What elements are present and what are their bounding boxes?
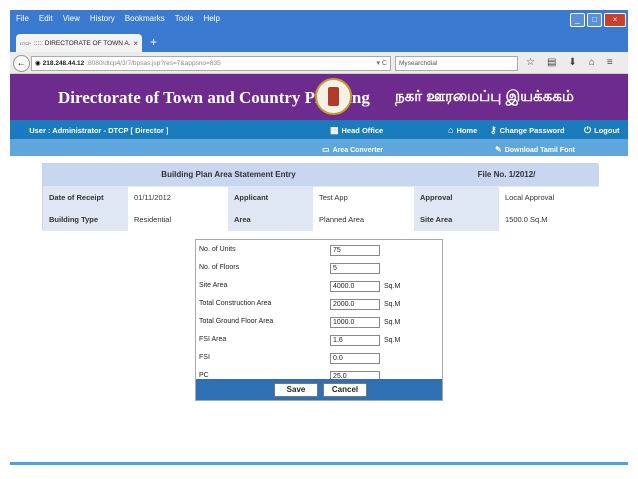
info-value: Residential — [128, 209, 228, 231]
form-heading: Building Plan Area Statement Entry — [43, 164, 414, 186]
tab-title: ::::: DIRECTORATE OF TOWN A... — [33, 39, 131, 47]
info-label: Applicant — [228, 187, 313, 209]
minimize-button[interactable]: _ — [570, 13, 585, 27]
new-tab-button[interactable]: + — [150, 35, 157, 49]
building-icon: ▦ — [330, 125, 339, 135]
field-label: Total Ground Floor Area — [199, 318, 274, 325]
area-converter-label: Area Converter — [332, 147, 384, 154]
info-label: Building Type — [43, 209, 128, 231]
home-label: Home — [456, 126, 478, 135]
info-label: Date of Receipt — [43, 187, 128, 209]
download-icon[interactable]: ⬇ — [568, 57, 576, 68]
head-office-label: Head Office — [341, 126, 384, 135]
download-font-link[interactable]: ✎ Download Tamil Font — [495, 145, 575, 154]
home-icon[interactable]: ⌂ — [589, 57, 595, 68]
menu-help[interactable]: Help — [203, 14, 219, 28]
sub-bar: ▭ Area Converter ✎ Download Tamil Font — [10, 139, 628, 156]
field-label: FSI Area — [199, 336, 227, 343]
field-label: Site Area — [199, 282, 228, 289]
url-host: 218.248.44.12 — [42, 60, 85, 67]
user-icon: 👤 — [15, 125, 27, 135]
logout-link[interactable]: ⏻ Logout — [584, 125, 620, 136]
site-area-input[interactable]: 4000.0 — [330, 281, 380, 292]
footer-divider — [10, 462, 628, 465]
file-number: File No. 1/2012/ — [414, 164, 599, 186]
info-value: Test App — [313, 187, 414, 209]
unit-label: Sq.M — [384, 283, 401, 290]
total-construction-area-input[interactable]: 2000.0 — [330, 299, 380, 310]
toolbar-icons: ☆ ▤ ⬇ ⌂ ≡ — [526, 57, 613, 68]
unit-label: Sq.M — [384, 301, 401, 308]
download-font-label: Download Tamil Font — [504, 147, 575, 154]
info-label: Area — [228, 209, 313, 231]
fsi-area-input[interactable]: 1.6 — [330, 335, 380, 346]
info-value: 01/11/2012 — [128, 187, 228, 209]
menu-bookmarks[interactable]: Bookmarks — [125, 14, 165, 28]
field-label: Total Construction Area — [199, 300, 272, 307]
tab-close-icon[interactable]: × — [133, 39, 138, 48]
home-link[interactable]: ⌂ Home — [448, 125, 477, 135]
download-icon: ✎ — [495, 145, 502, 154]
bookmarks-list-icon[interactable]: ▤ — [547, 57, 556, 68]
user-info: 👤 User : Administrator - DTCP [ Director … — [15, 125, 168, 136]
unit-label: Sq.M — [384, 319, 401, 326]
head-office-link[interactable]: ▦ Head Office — [330, 125, 383, 136]
search-input[interactable]: Mysearchdial — [395, 56, 518, 71]
info-value: 1500.0 Sq.M — [499, 209, 598, 231]
menu-icon[interactable]: ≡ — [607, 57, 613, 68]
back-button[interactable]: ← — [13, 55, 30, 72]
area-converter-link[interactable]: ▭ Area Converter — [322, 145, 383, 154]
cancel-button[interactable]: Cancel — [323, 383, 367, 397]
unit-label: Sq.M — [384, 337, 401, 344]
field-label: FSI — [199, 354, 210, 361]
government-seal-logo — [315, 78, 352, 115]
browser-menu-bar: File Edit View History Bookmarks Tools H… — [10, 14, 220, 28]
menu-history[interactable]: History — [90, 14, 115, 28]
field-label: No. of Units — [199, 246, 236, 253]
menu-view[interactable]: View — [63, 14, 80, 28]
info-label: Approval — [414, 187, 499, 209]
converter-icon: ▭ — [322, 145, 330, 154]
change-password-label: Change Password — [499, 126, 565, 135]
site-identity-icon: ◉ — [35, 60, 41, 67]
close-window-button[interactable]: × — [604, 13, 626, 27]
site-banner: Directorate of Town and Country Planning… — [10, 74, 628, 120]
info-value: Local Approval — [499, 187, 598, 209]
window-controls: _ □ × — [570, 13, 626, 27]
area-statement-form: No. of Units 75 No. of Floors 5 Site Are… — [195, 239, 443, 401]
menu-edit[interactable]: Edit — [39, 14, 53, 28]
fsi-input[interactable]: 0.0 — [330, 353, 380, 364]
bookmark-star-icon[interactable]: ☆ — [526, 57, 535, 68]
form-button-bar: Save Cancel — [196, 379, 442, 400]
power-icon: ⏻ — [584, 125, 592, 135]
save-button[interactable]: Save — [274, 383, 318, 397]
floors-input[interactable]: 5 — [330, 263, 380, 274]
units-input[interactable]: 75 — [330, 245, 380, 256]
browser-tab[interactable]: DTCP ::::: DIRECTORATE OF TOWN A... × — [16, 34, 142, 52]
application-info-table: Building Plan Area Statement Entry File … — [42, 163, 599, 231]
key-icon: ⚷ — [490, 125, 497, 135]
url-bar[interactable]: ◉ 218.248.44.12 :8080/dtcp4/3/7/bpsas.js… — [31, 56, 391, 71]
change-password-link[interactable]: ⚷ Change Password — [490, 125, 565, 136]
menu-tools[interactable]: Tools — [175, 14, 194, 28]
user-bar: 👤 User : Administrator - DTCP [ Director … — [10, 120, 628, 139]
back-arrow-icon: ← — [16, 58, 27, 69]
favicon-icon: DTCP — [20, 40, 31, 46]
reload-icon[interactable]: ▾ C — [376, 57, 387, 70]
maximize-button[interactable]: □ — [587, 13, 602, 27]
url-path: :8080/dtcp4/3/7/bpsas.jsp?res=7&appsno=8… — [86, 60, 221, 67]
info-label: Site Area — [414, 209, 499, 231]
page: File Edit View History Bookmarks Tools H… — [0, 0, 638, 479]
field-label: No. of Floors — [199, 264, 240, 271]
logout-label: Logout — [594, 126, 620, 135]
site-title-tamil: நகர் ஊரமைப்பு இயக்ககம் — [395, 88, 574, 105]
ground-floor-area-input[interactable]: 1000.0 — [330, 317, 380, 328]
user-label: User : Administrator - DTCP [ Director ] — [29, 126, 169, 135]
home-icon: ⌂ — [448, 125, 454, 135]
info-value: Planned Area — [313, 209, 414, 231]
menu-file[interactable]: File — [16, 14, 29, 28]
